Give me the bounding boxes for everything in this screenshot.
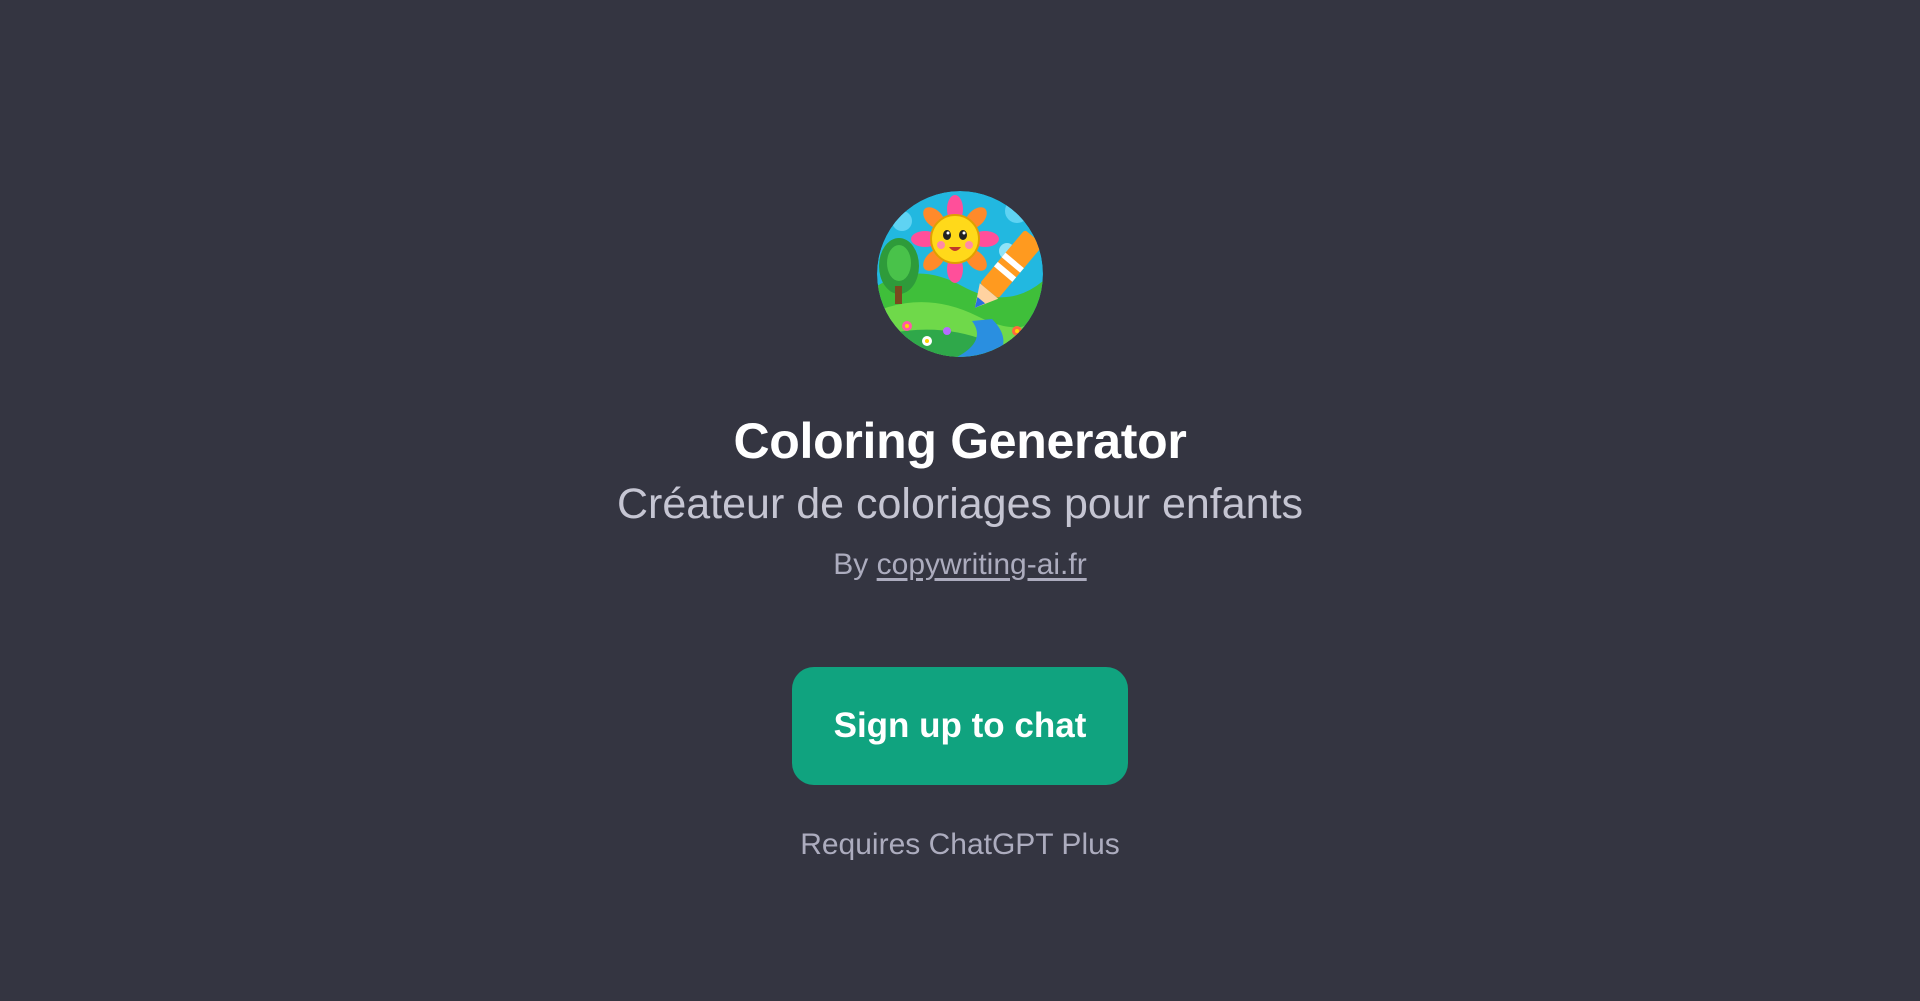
sun-flower-crayon-icon: [877, 191, 1043, 357]
author-byline: By copywriting-ai.fr: [833, 545, 1086, 585]
gpt-title: Coloring Generator: [733, 413, 1187, 469]
byline-prefix: By: [833, 548, 869, 581]
gpt-avatar: [877, 191, 1043, 357]
gpt-description: Créateur de coloriages pour enfants: [616, 480, 1304, 528]
author-link[interactable]: copywriting-ai.fr: [877, 548, 1087, 581]
plus-requirement-note: Requires ChatGPT Plus: [800, 828, 1120, 861]
sign-up-to-chat-button[interactable]: Sign up to chat: [792, 667, 1128, 785]
gpt-landing-page: Coloring Generator Créateur de coloriage…: [0, 0, 1920, 1001]
